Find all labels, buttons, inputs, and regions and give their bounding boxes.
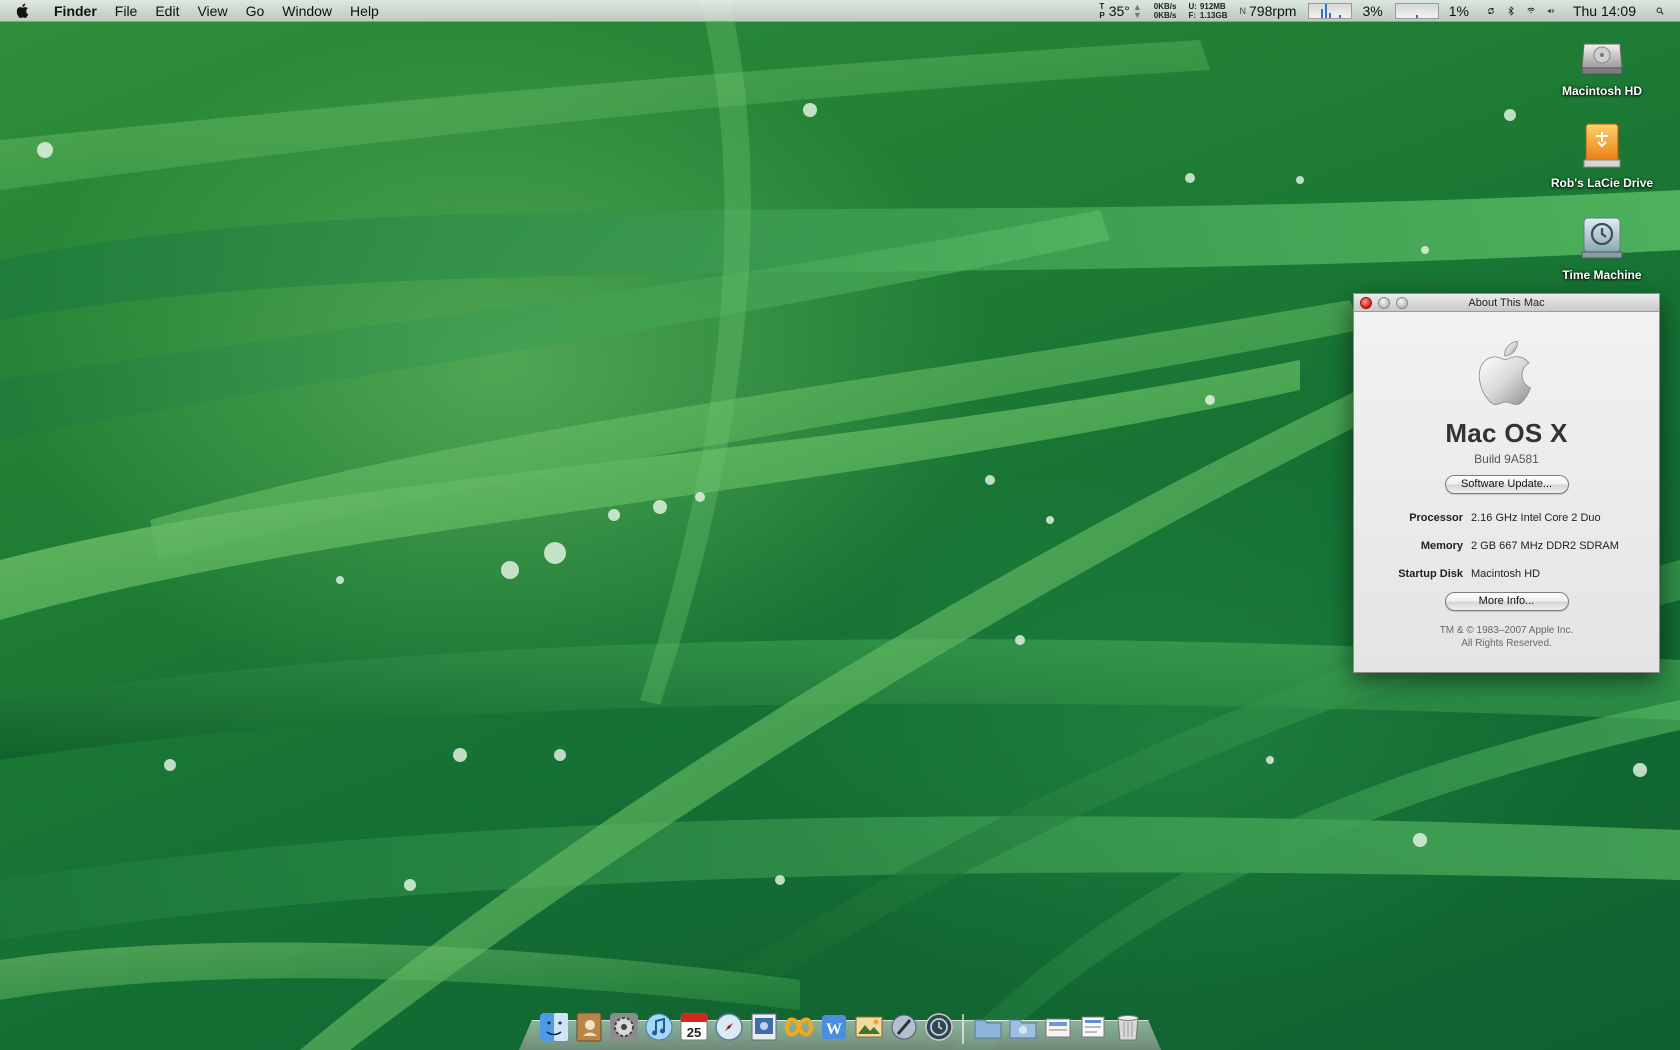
- desktop-icon-lacie-drive[interactable]: Rob's LaCie Drive: [1537, 120, 1667, 190]
- os-build: Build 9A581: [1474, 452, 1539, 466]
- apple-menu-icon[interactable]: [0, 0, 46, 22]
- window-titlebar[interactable]: About This Mac: [1354, 294, 1659, 312]
- ical-icon[interactable]: 25: [677, 1010, 710, 1044]
- cpu-2-value: 1%: [1448, 3, 1469, 19]
- cpu-1-value: 3%: [1362, 3, 1383, 19]
- desktop-icon-label: Macintosh HD: [1561, 84, 1642, 98]
- dock-items: 25 W: [537, 1004, 1144, 1044]
- net-up-value: 0KB/s: [1153, 2, 1177, 11]
- cpu-graph-1[interactable]: 3%: [1302, 0, 1388, 22]
- net-down-value: 0KB/s: [1153, 11, 1177, 20]
- itunes-icon[interactable]: [642, 1010, 675, 1044]
- info-key: Processor: [1409, 512, 1463, 524]
- info-value: Macintosh HD: [1471, 568, 1541, 580]
- info-value: 2 GB 667 MHz DDR2 SDRAM: [1471, 540, 1619, 552]
- clock[interactable]: Thu 14:09: [1567, 0, 1642, 22]
- system-info-table: Processor 2.16 GHz Intel Core 2 Duo Memo…: [1354, 512, 1659, 596]
- desktop-icon-macintosh-hd[interactable]: Macintosh HD: [1537, 28, 1667, 98]
- system-preferences-icon[interactable]: [607, 1010, 640, 1044]
- preview-icon[interactable]: [747, 1010, 780, 1044]
- files-stack-icon[interactable]: [1076, 1010, 1109, 1044]
- applications-folder-icon[interactable]: [971, 1010, 1004, 1044]
- minimize-button[interactable]: [1378, 297, 1390, 309]
- info-row-processor: Processor 2.16 GHz Intel Core 2 Duo: [1354, 512, 1659, 540]
- temp-arrows-icon: ▲ ▼: [1132, 2, 1142, 20]
- time-machine-dock-icon[interactable]: [922, 1010, 955, 1044]
- spotlight-search-icon[interactable]: [1650, 3, 1670, 19]
- mem-used-label: U:: [1188, 2, 1197, 11]
- memory-status[interactable]: U: F: 912MB 1.13GB: [1182, 2, 1233, 20]
- cpu-graph-2[interactable]: 1%: [1389, 0, 1475, 22]
- desktop-icon-label: Rob's LaCie Drive: [1550, 176, 1654, 190]
- cpu-graph-1-box: [1308, 3, 1353, 19]
- fan-label: N: [1239, 6, 1247, 16]
- menu-bar: Finder File Edit View Go Window Help T P…: [0, 0, 1680, 22]
- info-key: Memory: [1420, 540, 1463, 552]
- apple-logo-icon: [1478, 340, 1531, 406]
- fan-status[interactable]: N 798rpm: [1234, 0, 1303, 22]
- info-row-memory: Memory 2 GB 667 MHz DDR2 SDRAM: [1354, 540, 1659, 568]
- svg-text:25: 25: [686, 1025, 700, 1040]
- menu-app-finder[interactable]: Finder: [46, 0, 106, 22]
- volume-icon[interactable]: [1541, 3, 1561, 19]
- mem-free-label: F:: [1188, 11, 1197, 20]
- mem-free-value: 1.13GB: [1199, 11, 1228, 20]
- copyright-line-2: All Rights Reserved.: [1461, 638, 1552, 649]
- sync-icon[interactable]: [1481, 3, 1501, 19]
- external-drive-icon: [1583, 123, 1621, 168]
- svg-text:W: W: [826, 1021, 842, 1038]
- script-editor-icon[interactable]: [887, 1010, 920, 1044]
- trash-icon[interactable]: [1111, 1010, 1144, 1044]
- address-book-icon[interactable]: [572, 1010, 605, 1044]
- temp-label-top: T: [1099, 2, 1105, 11]
- hard-drive-icon: [1581, 43, 1623, 75]
- dock: 25 W: [519, 1004, 1161, 1050]
- safari-icon[interactable]: [712, 1010, 745, 1044]
- cpu-graph-2-box: [1394, 3, 1439, 19]
- menu-extras: T P 35° ▲ ▼ 0KB/s 0KB/s U: F: 912MB 1.13G…: [1093, 0, 1680, 22]
- iphoto-icon[interactable]: [852, 1010, 885, 1044]
- info-value: 2.16 GHz Intel Core 2 Duo: [1471, 512, 1601, 524]
- copyright-line-1: TM & © 1983–2007 Apple Inc.: [1439, 625, 1574, 636]
- office-icon[interactable]: [782, 1010, 815, 1044]
- time-machine-icon: [1581, 217, 1623, 259]
- menu-help[interactable]: Help: [341, 0, 388, 22]
- network-status[interactable]: 0KB/s 0KB/s: [1148, 2, 1183, 20]
- documents-folder-icon[interactable]: [1006, 1010, 1039, 1044]
- bluetooth-icon[interactable]: [1501, 3, 1521, 19]
- menu-go[interactable]: Go: [237, 0, 274, 22]
- os-name: Mac OS X: [1445, 418, 1568, 448]
- copyright-text: TM & © 1983–2007 Apple Inc. All Rights R…: [1440, 624, 1574, 650]
- window-title: About This Mac: [1468, 297, 1545, 309]
- temperature-status[interactable]: T P 35° ▲ ▼: [1093, 0, 1147, 22]
- menu-window[interactable]: Window: [273, 0, 341, 22]
- software-update-button[interactable]: Software Update...: [1444, 475, 1569, 494]
- desktop-icon-time-machine[interactable]: Time Machine: [1537, 212, 1667, 282]
- dock-separator: [962, 1014, 964, 1044]
- about-content: Mac OS X Build 9A581 Software Update... …: [1354, 312, 1659, 672]
- menu-view[interactable]: View: [188, 0, 236, 22]
- finder-icon[interactable]: [537, 1010, 570, 1044]
- temp-label-bottom: P: [1099, 11, 1105, 20]
- desktop-icon-label: Time Machine: [1562, 268, 1642, 282]
- zoom-button[interactable]: [1396, 297, 1408, 309]
- temperature-value: 35°: [1108, 3, 1130, 19]
- close-button[interactable]: [1360, 297, 1372, 309]
- menu-edit[interactable]: Edit: [146, 0, 188, 22]
- more-info-button[interactable]: More Info...: [1444, 592, 1569, 611]
- downloads-stack-icon[interactable]: [1041, 1010, 1074, 1044]
- about-this-mac-window: About This Mac Mac OS X Build 9A581 Soft…: [1353, 293, 1660, 673]
- info-key: Startup Disk: [1398, 568, 1463, 580]
- wifi-icon[interactable]: [1521, 3, 1541, 19]
- menu-file[interactable]: File: [106, 0, 147, 22]
- mem-used-value: 912MB: [1199, 2, 1226, 11]
- fan-value: 798rpm: [1249, 3, 1297, 19]
- word-icon[interactable]: W: [817, 1010, 850, 1044]
